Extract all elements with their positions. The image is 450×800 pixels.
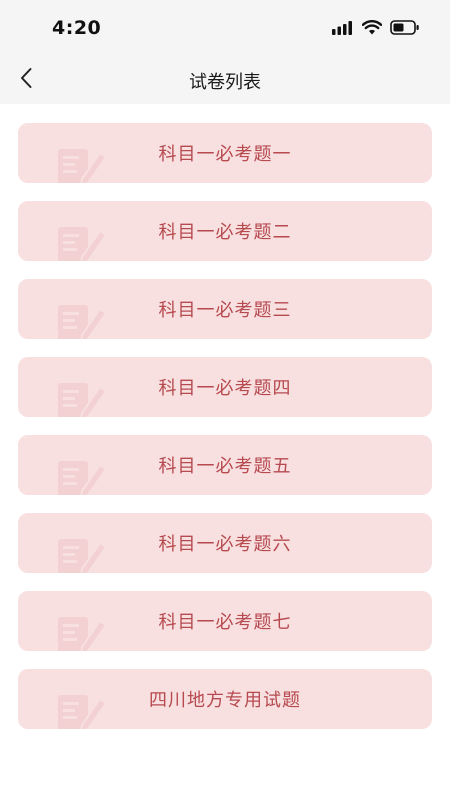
paper-item-label: 科目一必考题二	[158, 222, 292, 243]
paper-item[interactable]: 四川地方专用试题	[18, 669, 432, 729]
paper-item[interactable]: 科目一必考题四	[18, 357, 432, 417]
paper-item[interactable]: 科目一必考题六	[18, 513, 432, 573]
signal-icon	[332, 20, 354, 39]
paper-item-label: 科目一必考题四	[158, 378, 292, 399]
paper-item-label: 科目一必考题一	[158, 144, 292, 165]
nav-bar: 试卷列表	[0, 56, 450, 104]
paper-item-label: 科目一必考题三	[158, 300, 292, 321]
paper-item[interactable]: 科目一必考题七	[18, 591, 432, 651]
paper-item[interactable]: 科目一必考题五	[18, 435, 432, 495]
page-title: 试卷列表	[189, 72, 261, 93]
status-time: 4:20	[52, 17, 102, 39]
paper-item[interactable]: 科目一必考题二	[18, 201, 432, 261]
paper-item-label: 科目一必考题六	[158, 534, 292, 555]
app-screen: 4:20 试卷列表 科目一必考题一 科目一必考题二 科目一必考题三 科目一必考题…	[0, 0, 450, 800]
wifi-icon	[361, 20, 383, 39]
paper-item-label: 科目一必考题七	[158, 612, 292, 633]
status-icons	[332, 20, 420, 39]
paper-item[interactable]: 科目一必考题一	[18, 123, 432, 183]
paper-item-label: 四川地方专用试题	[149, 690, 301, 711]
status-bar: 4:20	[0, 0, 450, 56]
paper-list: 科目一必考题一 科目一必考题二 科目一必考题三 科目一必考题四 科目一必考题五 …	[18, 123, 432, 747]
paper-item-label: 科目一必考题五	[158, 456, 292, 477]
battery-icon	[390, 20, 420, 39]
paper-item[interactable]: 科目一必考题三	[18, 279, 432, 339]
